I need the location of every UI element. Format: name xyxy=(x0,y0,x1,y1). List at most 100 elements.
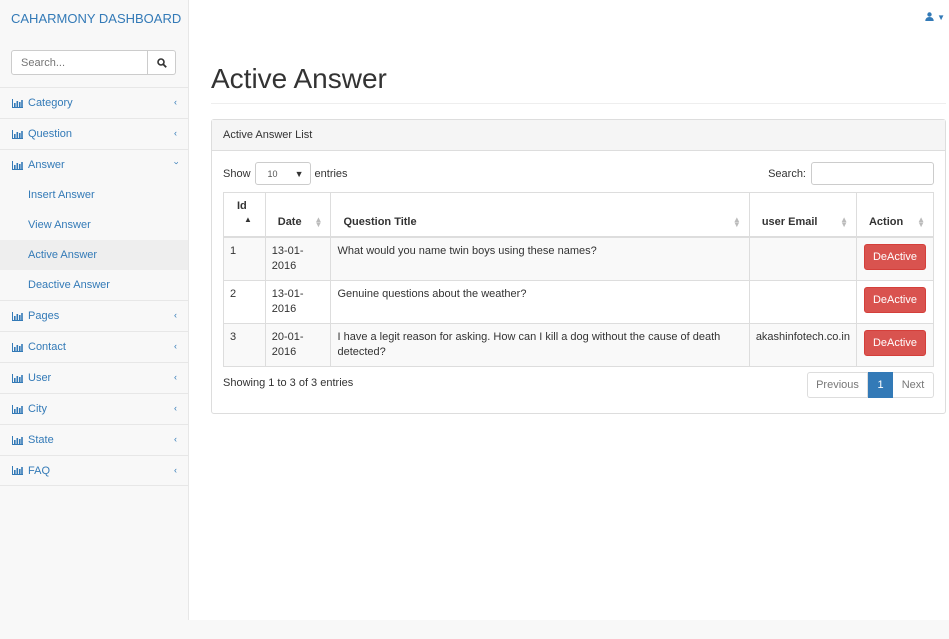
page-length-select[interactable]: 10 ▼ xyxy=(254,162,311,185)
sidebar-item-category[interactable]: Category ‹ xyxy=(0,87,188,118)
sidebar-item-label: City xyxy=(28,403,47,415)
sort-icon: ▲ ▼ xyxy=(732,214,741,229)
caret-down-icon: ▼ xyxy=(294,168,304,179)
table-row: 1 13-01-2016 What would you name twin bo… xyxy=(223,236,935,281)
column-header-id[interactable]: Id ▲ xyxy=(223,192,266,238)
sidebar-item-user[interactable]: User ‹ xyxy=(0,362,188,393)
sidebar-item-city[interactable]: City ‹ xyxy=(0,393,188,424)
column-header-date[interactable]: Date ▲ ▼ xyxy=(264,192,332,238)
pagination-next[interactable]: Next xyxy=(893,372,934,398)
cell-id: 3 xyxy=(223,322,266,367)
chevron-left-icon: ‹ xyxy=(174,434,177,444)
chevron-down-icon: ‹ xyxy=(170,161,181,165)
panel-heading: Active Answer List xyxy=(212,120,945,151)
cell-date: 13-01-2016 xyxy=(264,236,332,281)
sidebar-item-label: Contact xyxy=(28,341,66,353)
sidebar-search-input[interactable] xyxy=(11,50,148,75)
page-length-value: 10 xyxy=(267,168,278,179)
table-info: Showing 1 to 3 of 3 entries xyxy=(223,377,354,389)
cell-email xyxy=(748,279,857,324)
bar-chart-icon xyxy=(12,342,23,352)
sidebar-item-label: Answer xyxy=(28,159,65,171)
user-icon xyxy=(925,12,934,21)
cell-question: Genuine questions about the weather? xyxy=(330,279,750,324)
entries-label: entries xyxy=(314,167,348,180)
cell-action: DeActive xyxy=(855,322,935,367)
sidebar-item-label: State xyxy=(28,434,54,446)
deactive-button[interactable]: DeActive xyxy=(863,243,926,270)
chevron-left-icon: ‹ xyxy=(174,310,177,320)
sort-icon: ▲ ▼ xyxy=(840,214,848,229)
cell-date: 20-01-2016 xyxy=(264,322,332,367)
show-label: Show xyxy=(223,167,251,180)
pagination: Previous 1 Next xyxy=(807,372,934,398)
sidebar-item-label: Pages xyxy=(28,310,60,322)
chevron-left-icon: ‹ xyxy=(174,128,177,138)
table-row: 3 20-01-2016 I have a legit reason for a… xyxy=(223,322,935,367)
table-search: Search: xyxy=(768,162,934,185)
sidebar-subitem-insert-answer[interactable]: Insert Answer xyxy=(0,180,188,210)
chevron-left-icon: ‹ xyxy=(174,341,177,351)
sidebar-item-label: Question xyxy=(28,128,73,140)
sidebar-item-faq[interactable]: FAQ ‹ xyxy=(0,455,188,486)
answers-table: Id ▲ Date ▲ ▼ Question Title ▲ ▼ user Emai… xyxy=(223,192,935,367)
brand-title[interactable]: CAHARMONY DASHBOARD xyxy=(11,11,181,26)
bar-chart-icon xyxy=(12,311,23,321)
chevron-left-icon: ‹ xyxy=(174,372,177,382)
table-header-row: Id ▲ Date ▲ ▼ Question Title ▲ ▼ user Emai… xyxy=(223,192,935,238)
sidebar-subitem-deactive-answer[interactable]: Deactive Answer xyxy=(0,270,188,300)
cell-action: DeActive xyxy=(855,236,935,281)
cell-question: I have a legit reason for asking. How ca… xyxy=(330,322,750,367)
page-title: Active Answer xyxy=(211,63,387,94)
sidebar-item-answer[interactable]: Answer ‹ xyxy=(0,149,188,180)
sidebar-nav: Category ‹ Question ‹ Answer ‹ Insert An… xyxy=(0,87,188,486)
sidebar-subitem-view-answer[interactable]: View Answer xyxy=(0,210,188,240)
caret-down-icon: ▼ xyxy=(937,13,945,22)
cell-date: 13-01-2016 xyxy=(264,279,332,324)
table-search-label: Search: xyxy=(768,167,806,180)
bar-chart-icon xyxy=(12,435,23,445)
cell-question: What would you name twin boys using thes… xyxy=(330,236,750,281)
table-search-input[interactable] xyxy=(811,162,934,185)
sidebar-subitem-active-answer[interactable]: Active Answer xyxy=(0,240,188,270)
deactive-button[interactable]: DeActive xyxy=(863,329,926,356)
column-header-question-title[interactable]: Question Title ▲ ▼ xyxy=(330,192,750,238)
pagination-page-1[interactable]: 1 xyxy=(868,372,893,398)
cell-id: 2 xyxy=(223,279,266,324)
bar-chart-icon xyxy=(12,466,23,475)
title-divider xyxy=(211,103,946,104)
sort-icon: ▲ ▼ xyxy=(917,214,925,229)
search-icon xyxy=(156,57,167,68)
cell-action: DeActive xyxy=(855,279,935,324)
user-menu[interactable]: ▼ xyxy=(925,12,945,23)
deactive-button[interactable]: DeActive xyxy=(863,286,926,313)
chevron-left-icon: ‹ xyxy=(174,97,177,107)
chevron-left-icon: ‹ xyxy=(174,403,177,413)
chevron-left-icon: ‹ xyxy=(174,465,177,475)
bar-chart-icon xyxy=(12,160,23,170)
pagination-previous[interactable]: Previous xyxy=(807,372,868,398)
sidebar-item-label: User xyxy=(28,372,52,384)
sort-icon: ▲ ▼ xyxy=(314,214,323,229)
bar-chart-icon xyxy=(12,98,23,108)
cell-email: akashinfotech.co.in xyxy=(748,322,857,367)
sidebar-item-label: FAQ xyxy=(28,464,51,477)
bar-chart-icon xyxy=(12,129,23,139)
sidebar: CAHARMONY DASHBOARD Category ‹ Question … xyxy=(0,0,189,620)
sidebar-search-button[interactable] xyxy=(148,50,176,75)
column-header-user-email[interactable]: user Email ▲ ▼ xyxy=(748,192,857,238)
sidebar-item-pages[interactable]: Pages ‹ xyxy=(0,300,188,331)
column-header-action[interactable]: Action ▲ ▼ xyxy=(855,192,935,238)
sidebar-item-question[interactable]: Question ‹ xyxy=(0,118,188,149)
sort-asc-icon: ▲ xyxy=(244,215,252,224)
page-length-control: Show 10 ▼ entries xyxy=(223,162,348,185)
bar-chart-icon xyxy=(12,373,23,383)
sidebar-search xyxy=(11,50,176,75)
answer-list-panel: Active Answer List Show 10 ▼ entries Sea… xyxy=(211,119,946,414)
bar-chart-icon xyxy=(12,404,23,414)
main-content: ▼ Active Answer Active Answer List Show … xyxy=(189,0,949,620)
sidebar-item-label: Category xyxy=(28,97,73,109)
sidebar-item-contact[interactable]: Contact ‹ xyxy=(0,331,188,362)
cell-email xyxy=(748,236,857,281)
sidebar-item-state[interactable]: State ‹ xyxy=(0,424,188,455)
